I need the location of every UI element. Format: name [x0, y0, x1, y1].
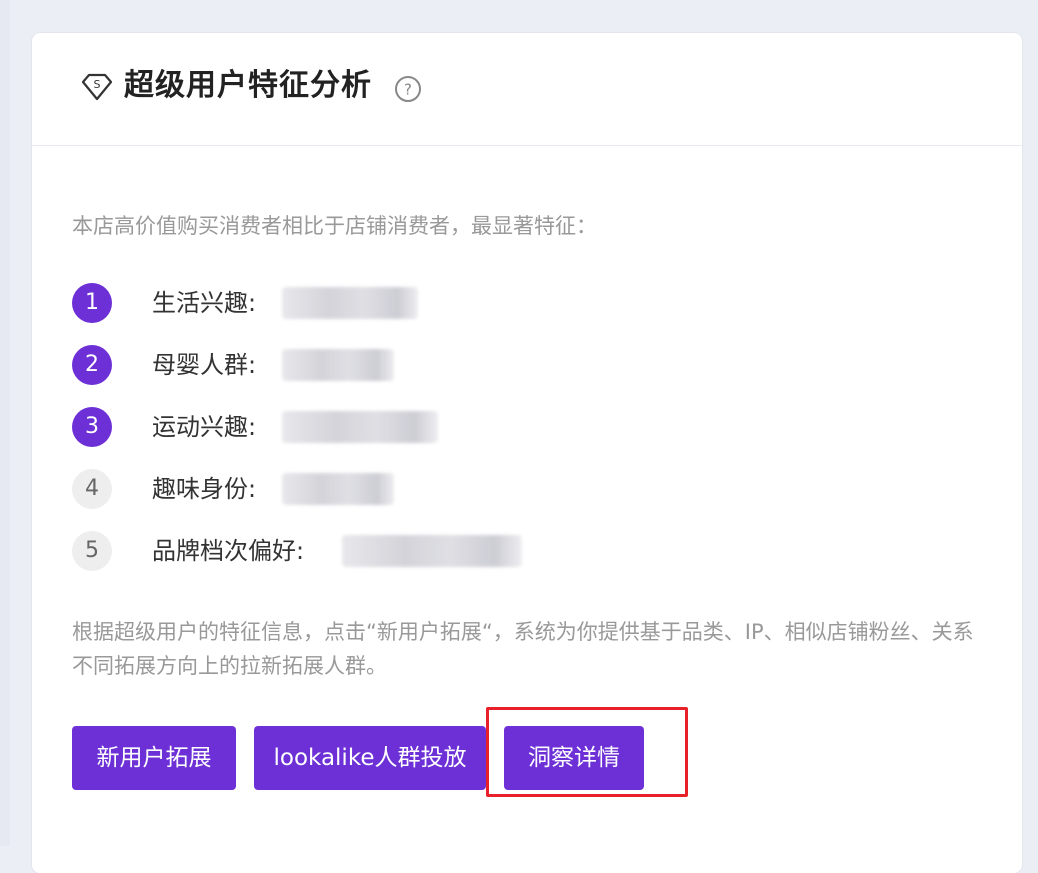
description-text: 根据超级用户的特征信息，点击“新用户拓展“，系统为你提供基于品类、IP、相似店铺…: [72, 620, 974, 678]
rank-badge: 5: [72, 531, 112, 571]
feature-item: 5 品牌档次偏好:: [72, 531, 672, 593]
blurred-feature-value: [282, 349, 394, 381]
blurred-feature-value: [282, 411, 438, 443]
rank-badge: 1: [72, 283, 112, 323]
help-circle-icon[interactable]: ?: [394, 75, 422, 103]
svg-text:S: S: [94, 78, 101, 91]
page-title: 超级用户特征分析: [124, 68, 372, 103]
feature-item: 3 运动兴趣:: [72, 407, 672, 469]
diamond-badge-icon: S: [81, 73, 113, 101]
card-header: S 超级用户特征分析 ?: [32, 33, 1022, 146]
svg-text:?: ?: [404, 81, 412, 99]
feature-item: 4 趣味身份:: [72, 469, 672, 531]
feature-list: 1 生活兴趣: 2 母婴人群: 3 运动兴趣: 4 趣味身份: 5 品牌档次偏好…: [72, 283, 672, 593]
lookalike-targeting-button[interactable]: lookalike人群投放: [254, 726, 486, 790]
feature-label: 生活兴趣:: [152, 289, 257, 317]
new-user-expansion-button[interactable]: 新用户拓展: [72, 726, 236, 790]
blurred-feature-value: [342, 535, 522, 567]
rank-badge: 2: [72, 345, 112, 385]
intro-text: 本店高价值购买消费者相比于店铺消费者，最显著特征：: [72, 214, 597, 238]
feature-label: 母婴人群:: [152, 351, 257, 379]
page-background-edge: [0, 0, 10, 846]
feature-item: 2 母婴人群:: [72, 345, 672, 407]
rank-badge: 3: [72, 407, 112, 447]
feature-label: 品牌档次偏好:: [152, 537, 305, 565]
feature-label: 趣味身份:: [152, 475, 257, 503]
feature-item: 1 生活兴趣:: [72, 283, 672, 345]
rank-badge: 4: [72, 469, 112, 509]
insight-details-button[interactable]: 洞察详情: [504, 726, 644, 790]
feature-label: 运动兴趣:: [152, 413, 257, 441]
blurred-feature-value: [282, 287, 418, 319]
super-user-analysis-card: S 超级用户特征分析 ? 本店高价值购买消费者相比于店铺消费者，最显著特征： 1…: [32, 33, 1022, 873]
blurred-feature-value: [282, 473, 394, 505]
